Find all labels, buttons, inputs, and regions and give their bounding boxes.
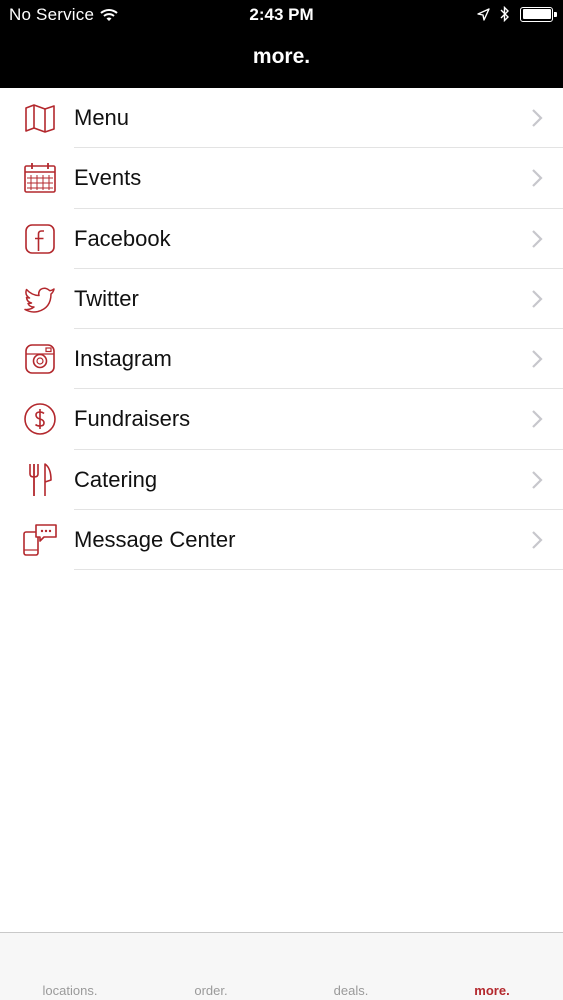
status-right — [477, 6, 557, 22]
instagram-icon — [22, 342, 58, 376]
calendar-icon — [22, 161, 58, 195]
chevron-right-icon — [532, 169, 543, 188]
location-arrow-icon — [477, 7, 490, 21]
twitter-icon — [22, 282, 58, 316]
map-icon — [22, 101, 58, 135]
chevron-right-icon — [532, 410, 543, 429]
list-item-fundraisers[interactable]: Fundraisers — [0, 389, 563, 450]
list-item-message-center[interactable]: Message Center — [0, 510, 563, 571]
list-item-label: Twitter — [74, 285, 139, 311]
chevron-right-icon — [532, 109, 543, 127]
dollar-circle-icon — [22, 402, 58, 436]
tab-bar: locations. order. deals. more. — [0, 932, 563, 1000]
list-item-label: Message Center — [74, 527, 236, 553]
screen: No Service 2:43 PM more. Menu Events Fac… — [0, 0, 563, 1000]
tab-locations[interactable]: locations. — [20, 983, 120, 998]
status-bar: No Service 2:43 PM — [0, 0, 563, 30]
list-item-menu[interactable]: Menu — [0, 88, 563, 149]
list-item-instagram[interactable]: Instagram — [0, 329, 563, 390]
list-item-facebook[interactable]: Facebook — [0, 209, 563, 269]
list-item-label: Instagram — [74, 346, 172, 372]
chevron-right-icon — [532, 471, 543, 489]
chevron-right-icon — [532, 290, 543, 308]
list-item-label: Fundraisers — [74, 406, 191, 432]
tab-more[interactable]: more. — [442, 983, 542, 998]
battery-icon — [520, 6, 557, 22]
list-item-label: Events — [74, 165, 142, 191]
fork-knife-icon — [22, 462, 58, 497]
more-list: Menu Events Facebook Twitter Instagram F… — [0, 88, 563, 571]
list-item-catering[interactable]: Catering — [0, 450, 563, 511]
list-item-events[interactable]: Events — [0, 148, 563, 209]
chevron-right-icon — [532, 350, 543, 368]
bluetooth-icon — [500, 6, 509, 22]
tab-deals[interactable]: deals. — [301, 983, 401, 998]
page-title: more. — [252, 45, 311, 68]
facebook-icon — [22, 222, 58, 256]
list-item-label: Menu — [74, 105, 130, 130]
top-bar: No Service 2:43 PM more. — [0, 0, 563, 88]
chevron-right-icon — [532, 531, 543, 549]
tab-order[interactable]: order. — [161, 983, 261, 998]
list-item-label: Facebook — [74, 225, 171, 251]
chevron-right-icon — [532, 229, 543, 248]
divider — [74, 569, 563, 571]
message-center-icon — [22, 523, 58, 557]
list-item-label: Catering — [74, 466, 158, 492]
list-item-twitter[interactable]: Twitter — [0, 269, 563, 330]
